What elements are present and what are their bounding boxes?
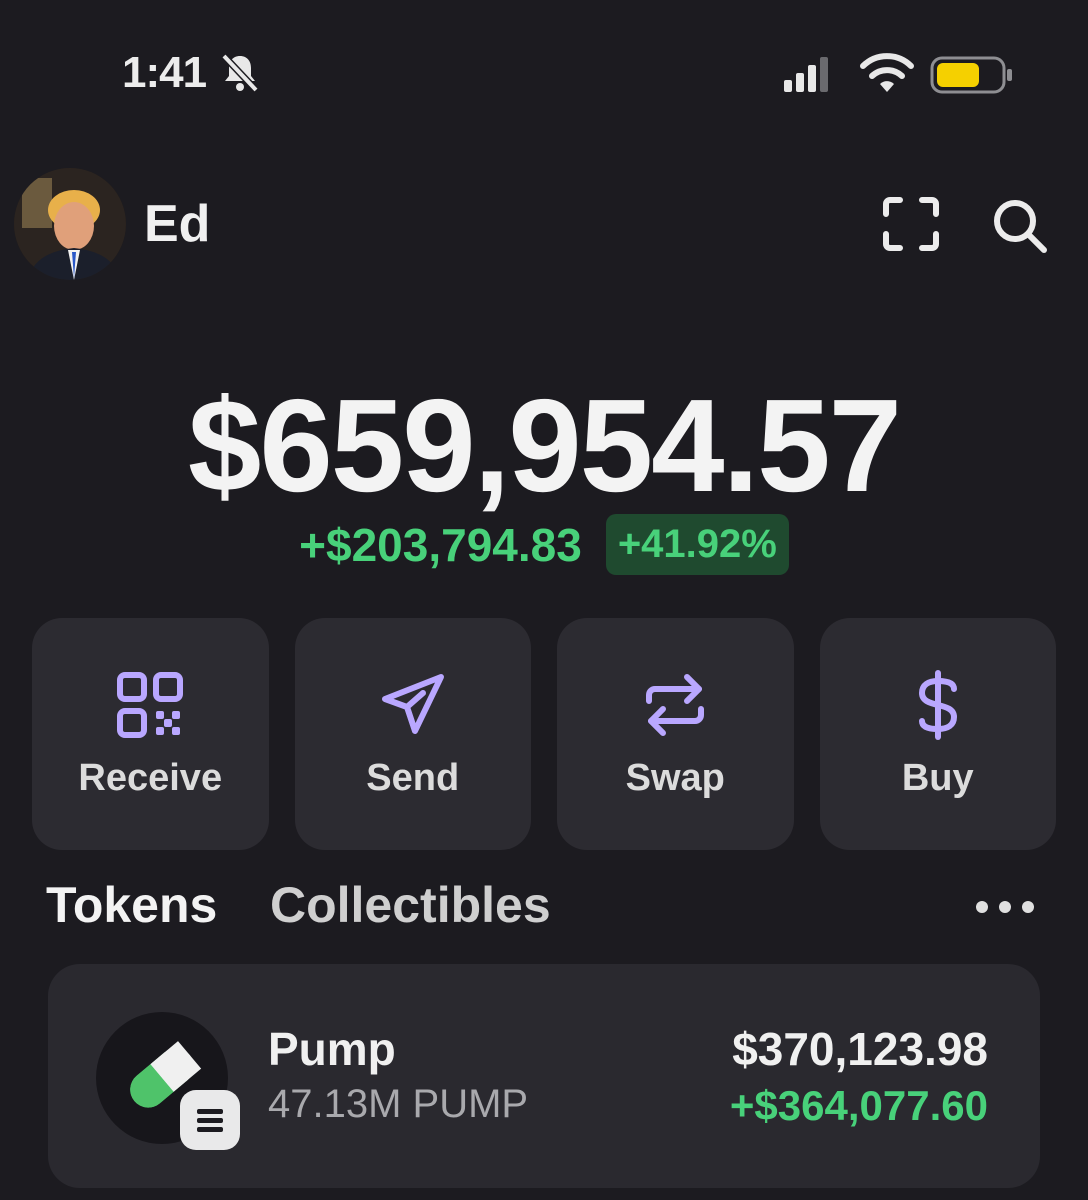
paper-plane-icon [381,673,444,734]
send-button[interactable]: Send [294,618,531,850]
tab-tokens[interactable]: Tokens [46,876,217,934]
more-horizontal-icon[interactable] [972,890,1038,924]
battery-icon [930,56,1012,94]
qr-code-icon [117,671,184,738]
token-value: $370,123.98 [732,1023,988,1075]
swap-arrows-icon [646,673,705,736]
receive-button[interactable]: Receive [32,618,269,850]
buy-button[interactable]: Buy [819,618,1056,850]
swap-button[interactable]: Swap [557,618,794,850]
receive-label: Receive [78,756,223,799]
cellular-signal-icon [784,57,828,92]
action-bar: Receive Send Swap Buy [32,618,1056,850]
avatar[interactable] [14,168,126,280]
search-icon[interactable] [990,196,1048,254]
dollar-icon [918,669,957,740]
buy-label: Buy [901,756,974,799]
swap-label: Swap [625,756,725,799]
token-name: Pump [268,1023,396,1075]
status-time: 1:41 [122,48,207,97]
token-amount: 47.13M PUMP [268,1082,529,1126]
balance-change-row: +$203,794.83 +41.92% [0,514,1088,575]
scan-icon[interactable] [882,196,940,252]
send-label: Send [366,756,460,799]
total-balance: $659,954.57 [187,372,902,519]
wifi-icon [860,53,914,92]
token-change: +$364,077.60 [729,1082,988,1129]
solana-icon [197,1109,223,1132]
balance-change-percent-badge: +41.92% [605,514,789,575]
username[interactable]: Ed [144,194,210,254]
tab-collectibles[interactable]: Collectibles [270,876,551,934]
balance-change-amount: +$203,794.83 [299,518,582,571]
bell-slash-icon [221,53,259,93]
chain-badge [180,1090,240,1150]
